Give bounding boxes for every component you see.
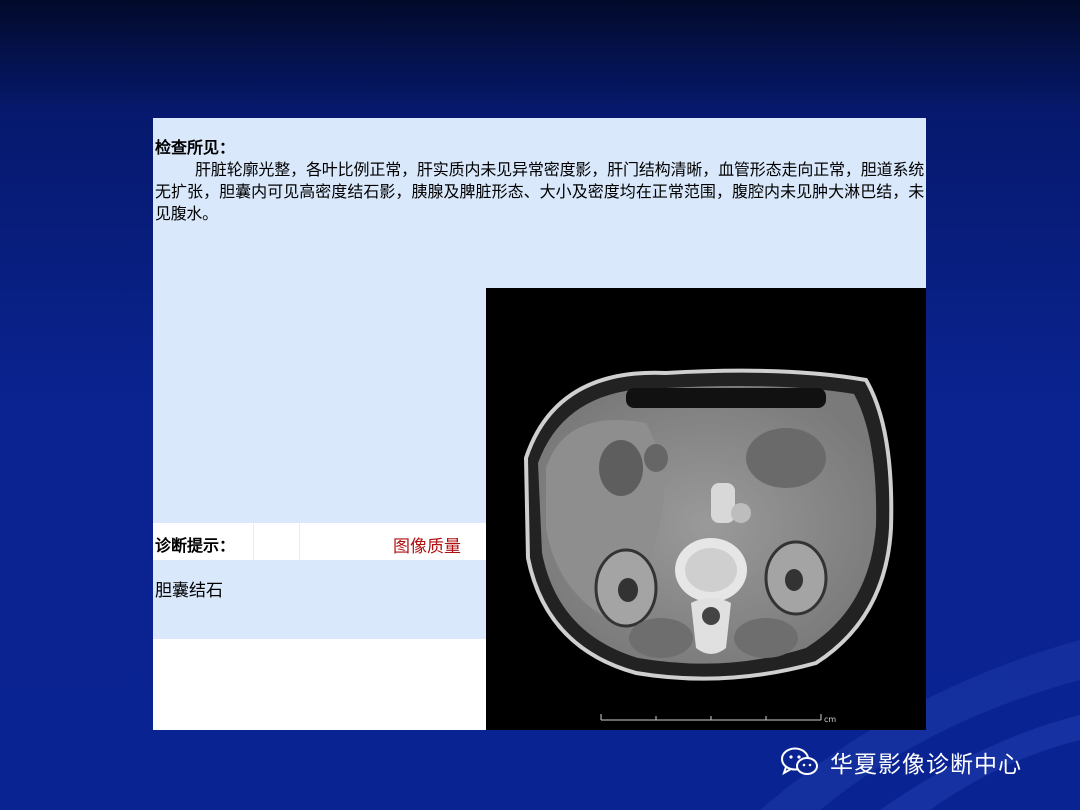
brand-watermark: 华夏影像诊断中心 xyxy=(780,744,1022,780)
diagnosis-heading: 诊断提示： xyxy=(155,536,236,555)
cell-divider xyxy=(253,523,254,560)
findings-heading: 检查所见： xyxy=(155,138,236,157)
image-quality-label: 图像质量 xyxy=(393,537,461,557)
cell-divider xyxy=(299,523,300,560)
diagnosis-section: 胆囊结石 xyxy=(153,560,486,639)
wechat-icon xyxy=(781,747,818,776)
brand-name: 华夏影像诊断中心 xyxy=(830,752,1022,778)
diagnosis-text: 胆囊结石 xyxy=(155,581,223,601)
diagnosis-header-row: 诊断提示： 图像质量 xyxy=(153,523,486,560)
ct-scan-drawing: cm xyxy=(523,368,894,724)
ct-scan-image: cm xyxy=(486,288,926,730)
ct-scale-unit: cm xyxy=(824,715,836,724)
findings-text: 肝脏轮廓光整，各叶比例正常，肝实质内未见异常密度影，肝门结构清晰，血管形态走向正… xyxy=(155,160,924,223)
report-panel: 检查所见： 肝脏轮廓光整，各叶比例正常，肝实质内未见异常密度影，肝门结构清晰，血… xyxy=(153,118,926,730)
